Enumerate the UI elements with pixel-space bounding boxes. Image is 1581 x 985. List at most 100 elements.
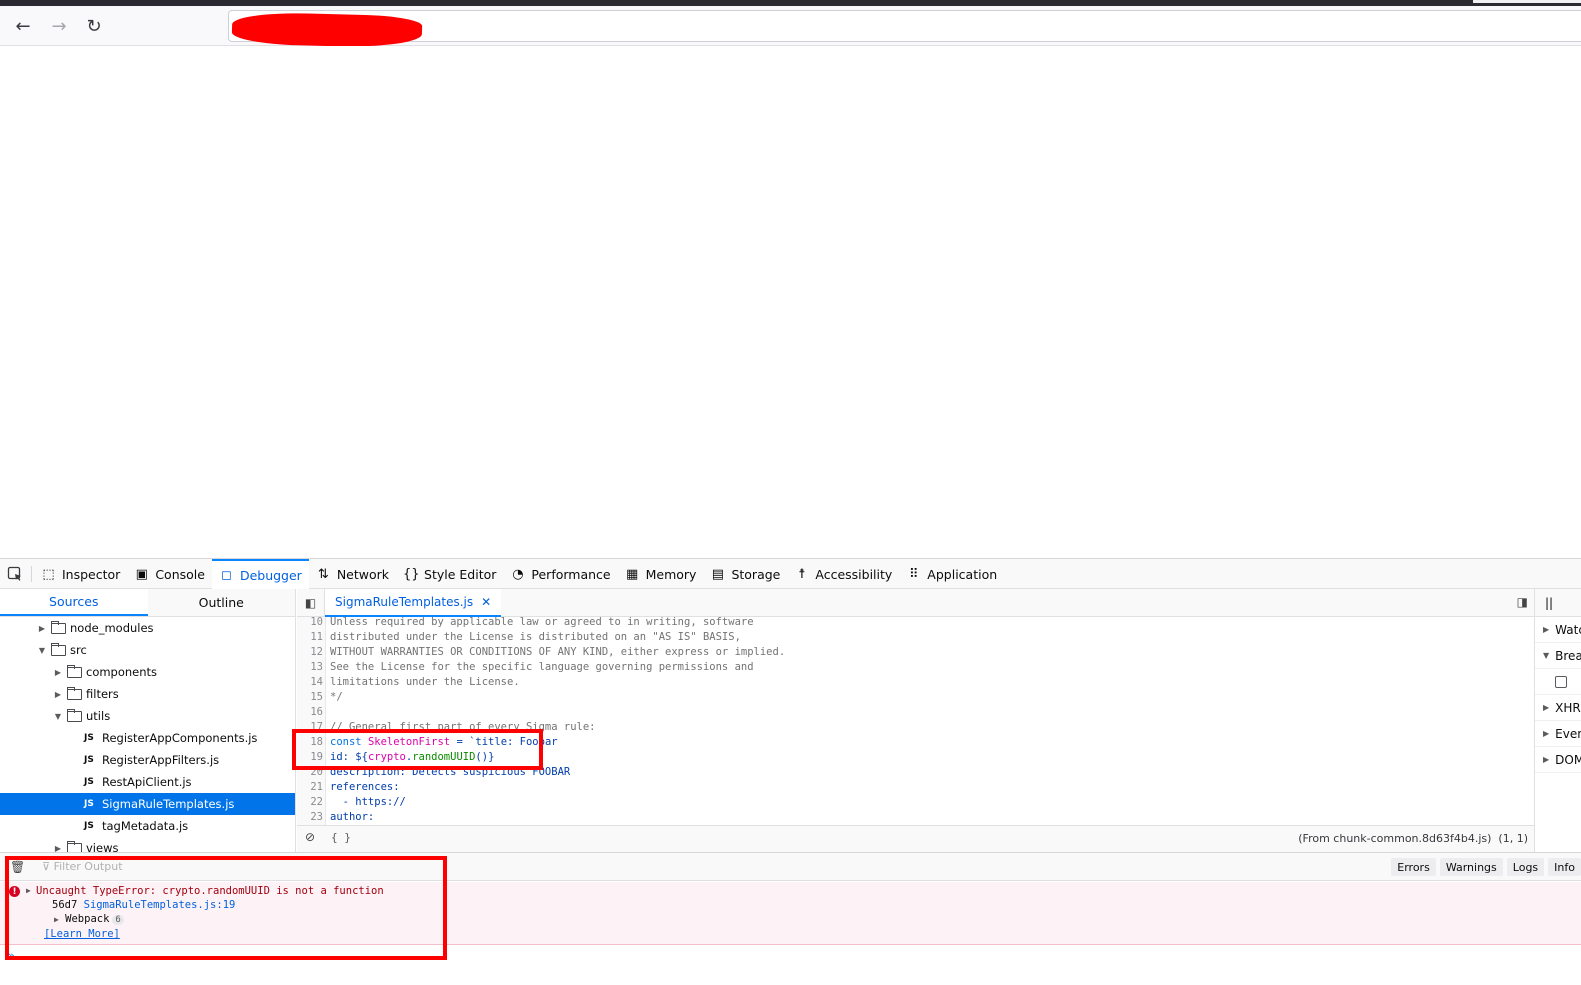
tab-style-editor[interactable]: {} Style Editor [396, 559, 503, 589]
inspector-icon: ⬚ [42, 566, 55, 582]
tree-folder[interactable]: ▶ components [0, 661, 295, 683]
line-number[interactable]: 15 [297, 690, 323, 705]
tree-file[interactable]: JS RegisterAppFilters.js [0, 749, 295, 771]
learn-more-link[interactable]: [Learn More] [44, 928, 120, 940]
stack-group-count: 6 [112, 915, 124, 925]
tab-accessibility[interactable]: ☨ Accessibility [787, 559, 899, 589]
filter-logs-button[interactable]: Logs [1506, 858, 1545, 876]
folder-icon [51, 642, 66, 656]
js-file-icon: JS [84, 755, 94, 765]
stack-frame-link[interactable]: SigmaRuleTemplates.js:19 [84, 899, 236, 911]
tree-folder[interactable]: ▼ utils [0, 705, 295, 727]
sources-pane: Sources Outline ▶ node_modules ▼ src ▶ compon… [0, 589, 296, 852]
sidebar-section[interactable]: ▶ XHR Breakpoints [1535, 695, 1581, 721]
tab-storage[interactable]: ▤ Storage [703, 559, 787, 589]
network-icon: ⇅ [317, 566, 329, 582]
reload-button[interactable]: ↻ [80, 13, 108, 39]
tab-outline[interactable]: Outline [148, 589, 296, 616]
filter-errors-button[interactable]: Errors [1391, 858, 1436, 876]
chevron-down-icon[interactable]: ▼ [36, 646, 48, 655]
line-number[interactable]: 12 [297, 645, 323, 660]
tab-application[interactable]: ⠿ Application [899, 559, 1004, 589]
line-number[interactable]: 14 [297, 675, 323, 690]
back-button[interactable]: ← [9, 13, 37, 39]
chevron-right-icon: ▶ [1543, 625, 1550, 634]
sidebar-section[interactable]: ▼ Breakpoints [1535, 643, 1581, 669]
element-picker-button[interactable] [4, 563, 26, 585]
tree-folder[interactable]: ▶ filters [0, 683, 295, 705]
editor-tab-file[interactable]: SigmaRuleTemplates.js ✕ [325, 588, 502, 617]
chevron-right-icon: ▶ [1543, 729, 1550, 738]
chevron-right-icon: ▶ [1543, 755, 1550, 764]
tree-file[interactable]: JS SigmaRuleTemplates.js [0, 793, 295, 815]
tab-memory[interactable]: ▦ Memory [618, 559, 704, 589]
tab-label: Debugger [239, 567, 302, 583]
code-text: Unless required by applicable law or agr… [330, 617, 754, 628]
line-number[interactable]: 19 [297, 750, 323, 765]
tab-network[interactable]: ⇅ Network [309, 559, 396, 589]
tree-folder[interactable]: ▼ src [0, 639, 295, 661]
checkbox[interactable] [1555, 675, 1567, 688]
tree-folder[interactable]: ▶ views [0, 837, 295, 852]
line-number[interactable]: 21 [297, 780, 323, 795]
console-prompt[interactable]: » [8, 949, 15, 962]
sidebar-section[interactable]: ▶ Watch [1535, 617, 1581, 643]
filter-warnings-button[interactable]: Warnings [1439, 858, 1503, 876]
code-text: limitations under the License. [330, 676, 520, 688]
sidebar-section[interactable]: ▶ DOM Mutation Breakpoints [1535, 747, 1581, 773]
tab-sources[interactable]: Sources [0, 589, 148, 616]
line-number[interactable]: 18 [297, 735, 323, 750]
tab-inspector[interactable]: ⬚ Inspector [34, 559, 127, 589]
tab-label: Network [336, 566, 390, 582]
storage-icon: ▤ [711, 566, 725, 582]
close-icon[interactable]: ✕ [481, 595, 491, 609]
tree-label: src [70, 643, 87, 657]
code-text: distributed under the License is distrib… [330, 631, 741, 643]
tab-label: Inspector [62, 566, 121, 582]
line-number[interactable]: 17 [297, 720, 323, 735]
tab-debugger[interactable]: ◻ Debugger [211, 559, 309, 589]
chevron-right-icon[interactable]: ▶ [36, 624, 48, 633]
chevron-right-icon[interactable]: ▶ [52, 844, 64, 853]
code-view[interactable]: 10 Unless required by applicable law or a… [297, 617, 1534, 825]
forward-button[interactable]: → [45, 13, 73, 39]
stack-group[interactable]: ▶ Webpack 6 [54, 913, 124, 925]
tree-file[interactable]: JS tagMetadata.js [0, 815, 295, 837]
line-number[interactable]: 10 [297, 617, 323, 630]
line-number[interactable]: 11 [297, 630, 323, 645]
chevron-right-icon[interactable]: ▶ [52, 668, 64, 677]
filter-info-button[interactable]: Info [1548, 858, 1581, 876]
expand-icon: ▶ [54, 915, 59, 924]
line-number[interactable]: 16 [297, 705, 323, 720]
filter-output-input[interactable]: ⊽ Filter Output [42, 860, 123, 873]
line-number[interactable]: 23 [297, 810, 323, 825]
tree-file[interactable]: JS RegisterAppComponents.js [0, 727, 295, 749]
url-bar[interactable] [228, 10, 1581, 49]
blackbox-icon[interactable]: ⊘ [305, 830, 315, 844]
console-toolbar: 🗑 ⊽ Filter Output Errors Warnings Logs Info [0, 853, 1581, 881]
source-origin-file[interactable]: (From chunk-common.8d63f4b4.js) [1298, 832, 1491, 845]
tab-console[interactable]: ▣ Console [127, 559, 212, 589]
pause-button[interactable]: || [1535, 589, 1581, 617]
tree-file[interactable]: JS RestApiClient.js [0, 771, 295, 793]
tab-performance[interactable]: ◔ Performance [503, 559, 617, 589]
pretty-print-button[interactable]: { } [331, 831, 351, 844]
memory-icon: ▦ [625, 566, 639, 582]
chevron-right-icon[interactable]: ▶ [52, 690, 64, 699]
expand-icon[interactable]: ▶ [26, 886, 31, 895]
tab-label: Accessibility [815, 566, 893, 582]
tab-edge [1473, 0, 1581, 3]
line-number[interactable]: 20 [297, 765, 323, 780]
code-text: author: [330, 811, 375, 823]
console-icon: ▣ [135, 566, 148, 582]
arrow-right-icon: → [51, 15, 67, 37]
clear-console-icon[interactable]: 🗑 [10, 860, 25, 874]
pause-on-exceptions-checkbox[interactable] [1535, 669, 1581, 695]
line-number[interactable]: 22 [297, 795, 323, 810]
chevron-down-icon[interactable]: ▼ [52, 712, 64, 721]
line-number[interactable]: 13 [297, 660, 323, 675]
toggle-sources-button[interactable]: ◧ [297, 588, 325, 617]
tree-folder[interactable]: ▶ node_modules [0, 617, 295, 639]
toggle-breakpoints-button[interactable]: ◨ [1517, 595, 1528, 609]
sidebar-section[interactable]: ▶ Event Listener Breakpoints [1535, 721, 1581, 747]
